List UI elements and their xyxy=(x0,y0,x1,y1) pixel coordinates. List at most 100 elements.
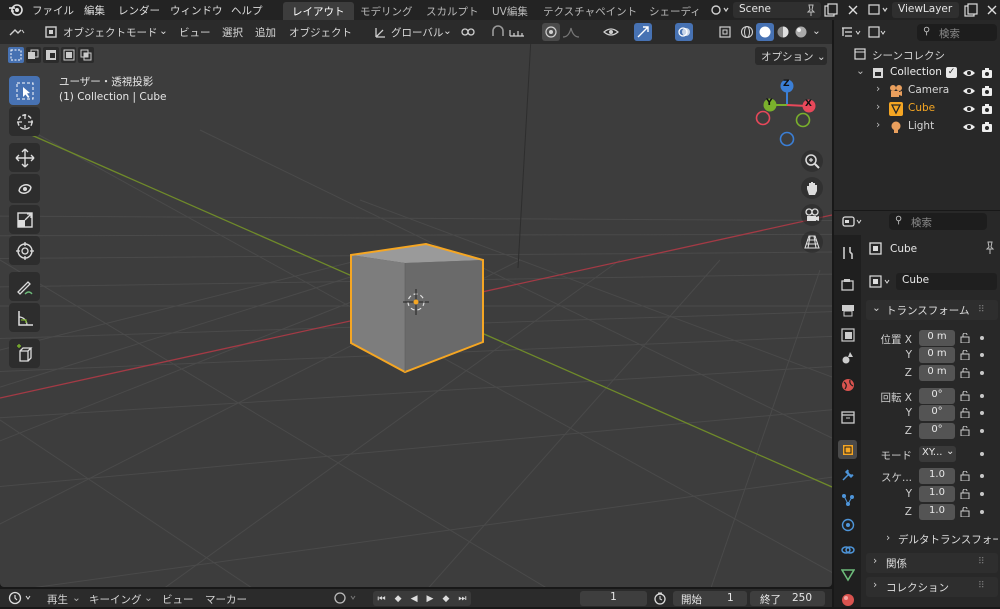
camera-render-icon[interactable] xyxy=(981,85,993,97)
navigation-gizmo[interactable]: Z Y X xyxy=(750,74,826,150)
auto-keying-icon[interactable] xyxy=(333,591,363,605)
end-frame-field[interactable]: 終了 250 xyxy=(750,591,825,606)
tab-shading[interactable]: シェーディ xyxy=(640,2,702,20)
rotation-x-field[interactable]: 0° xyxy=(919,388,955,404)
keyframe-dot-icon[interactable] xyxy=(980,353,984,357)
remove-scene-icon[interactable] xyxy=(846,3,860,17)
outliner-filter-icon[interactable] xyxy=(867,25,887,41)
scale-tool[interactable] xyxy=(9,205,40,234)
checkbox-icon[interactable]: ✓ xyxy=(946,67,957,78)
proportional-editing-icon[interactable] xyxy=(542,23,560,41)
jump-start-icon[interactable]: ⏮ xyxy=(378,594,386,604)
camera-render-icon[interactable] xyxy=(981,67,993,79)
camera-render-icon[interactable] xyxy=(981,121,993,133)
start-frame-field[interactable]: 開始 1 xyxy=(673,591,747,606)
select-box-tool[interactable] xyxy=(9,76,40,105)
menu-edit[interactable]: 編集 xyxy=(84,3,105,18)
world-tab-icon[interactable] xyxy=(838,375,857,394)
editor-type-icon[interactable] xyxy=(8,23,26,41)
tab-sculpt[interactable]: スカルプト xyxy=(417,2,488,20)
rotation-z-field[interactable]: 0° xyxy=(919,423,955,439)
outliner-item-light[interactable]: › Light xyxy=(834,118,1000,136)
material-tab-icon[interactable] xyxy=(838,590,857,609)
lock-icon[interactable] xyxy=(960,470,971,482)
scale-x-field[interactable]: 1.0 xyxy=(919,468,955,484)
pan-hand-icon[interactable] xyxy=(801,177,823,199)
blender-logo-icon[interactable] xyxy=(8,3,24,17)
timeline-editor-icon[interactable] xyxy=(8,591,36,605)
keyframe-dot-icon[interactable] xyxy=(980,411,984,415)
visibility-icon[interactable] xyxy=(603,23,621,41)
next-keyframe-icon[interactable]: ◆ xyxy=(442,594,449,604)
lock-icon[interactable] xyxy=(960,407,971,419)
menu-object[interactable]: オブジェクト xyxy=(289,25,352,40)
menu-file[interactable]: ファイル xyxy=(32,3,74,18)
chevron-down-icon[interactable]: ⌄ xyxy=(812,25,821,37)
orientation-dropdown[interactable]: グローバル xyxy=(391,25,443,40)
menu-add[interactable]: 追加 xyxy=(255,25,276,40)
new-view-layer-icon[interactable] xyxy=(964,3,978,17)
transform-tool[interactable] xyxy=(9,236,40,265)
3d-viewport[interactable] xyxy=(0,20,832,587)
keying-menu[interactable]: キーイング xyxy=(89,592,142,607)
properties-editor-type-icon[interactable] xyxy=(841,214,865,230)
annotate-tool[interactable] xyxy=(9,272,40,301)
select-intersect-icon[interactable] xyxy=(78,47,94,63)
select-invert-icon[interactable] xyxy=(60,47,77,63)
object-browse-icon[interactable] xyxy=(869,274,895,290)
scale-z-field[interactable]: 1.0 xyxy=(919,504,955,520)
view-layer-tab-icon[interactable] xyxy=(838,325,857,344)
lock-icon[interactable] xyxy=(960,390,971,402)
lock-icon[interactable] xyxy=(960,332,971,344)
keyframe-dot-icon[interactable] xyxy=(980,474,984,478)
menu-view[interactable]: ビュー xyxy=(179,25,211,40)
wireframe-shading-icon[interactable] xyxy=(738,23,756,41)
keyframe-dot-icon[interactable] xyxy=(980,429,984,433)
expand-chevron-icon[interactable]: › xyxy=(876,119,880,131)
keyframe-dot-icon[interactable] xyxy=(980,492,984,496)
location-y-field[interactable]: 0 m xyxy=(919,347,955,363)
mode-dropdown[interactable]: オブジェクトモード xyxy=(63,25,158,40)
pin-icon[interactable] xyxy=(984,241,996,255)
data-tab-icon[interactable] xyxy=(838,565,857,584)
play-reverse-icon[interactable]: ◀ xyxy=(411,594,418,604)
options-dropdown[interactable]: オプション ⌄ xyxy=(755,47,827,65)
eye-icon[interactable] xyxy=(963,85,975,97)
rendered-shading-icon[interactable] xyxy=(792,23,810,41)
collection-row[interactable]: ⌄ Collection ✓ xyxy=(834,64,1000,82)
transform-orientation-icon[interactable] xyxy=(371,23,389,41)
rotation-mode-dropdown[interactable]: XY... ⌄ xyxy=(919,446,956,462)
view-menu[interactable]: ビュー xyxy=(162,592,194,607)
stopwatch-icon[interactable] xyxy=(653,591,667,605)
gizmo-toggle-icon[interactable] xyxy=(634,23,652,41)
properties-search-field[interactable]: ⚲ 検索 xyxy=(889,213,987,230)
expand-chevron-icon[interactable]: ⌄ xyxy=(856,65,865,77)
lock-icon[interactable] xyxy=(960,349,971,361)
eye-icon[interactable] xyxy=(963,103,975,115)
select-extend-icon[interactable] xyxy=(25,47,42,63)
location-x-field[interactable]: 0 m xyxy=(919,330,955,346)
material-shading-icon[interactable] xyxy=(774,23,792,41)
menu-render[interactable]: レンダー xyxy=(118,3,160,18)
drag-handle-icon[interactable]: ⠿ xyxy=(978,305,985,315)
tab-uv-editing[interactable]: UV編集 xyxy=(483,2,537,20)
new-scene-icon[interactable] xyxy=(824,3,838,17)
perspective-toggle-icon[interactable] xyxy=(801,231,823,253)
view-layer-icon[interactable] xyxy=(868,3,888,17)
outliner-search-field[interactable]: ⚲ 検索 xyxy=(917,24,997,41)
scene-collection-row[interactable]: シーンコレクシ xyxy=(834,46,1000,64)
tab-texture-paint[interactable]: テクスチャペイント xyxy=(534,2,646,20)
menu-window[interactable]: ウィンドウ xyxy=(170,3,223,18)
solid-shading-icon[interactable] xyxy=(756,23,774,41)
object-mode-icon[interactable] xyxy=(42,23,60,41)
current-frame-field[interactable]: 1 xyxy=(580,591,647,606)
scene-selector-icon[interactable] xyxy=(709,3,729,17)
snap-icon[interactable] xyxy=(489,23,507,41)
marker-menu[interactable]: マーカー xyxy=(205,592,247,607)
falloff-icon[interactable] xyxy=(562,23,580,41)
lock-icon[interactable] xyxy=(960,488,971,500)
particles-tab-icon[interactable] xyxy=(838,490,857,509)
measure-tool[interactable] xyxy=(9,303,40,332)
keyframe-dot-icon[interactable] xyxy=(980,452,984,456)
select-subtract-icon[interactable] xyxy=(43,47,59,63)
